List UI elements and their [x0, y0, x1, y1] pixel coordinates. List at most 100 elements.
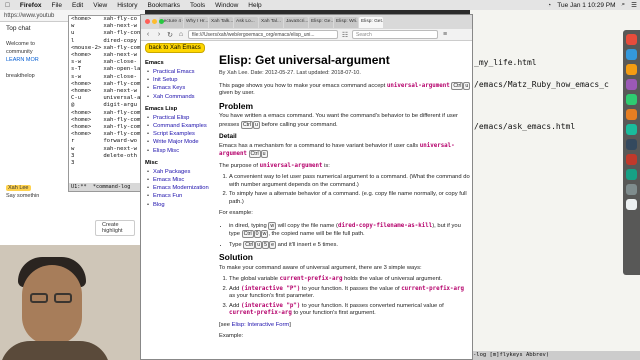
key-entry: w: [71, 23, 75, 30]
key-entry: <home>: [71, 124, 92, 131]
dock-app-icon[interactable]: [626, 154, 637, 165]
dock-app-icon[interactable]: [626, 169, 637, 180]
dock-app-icon[interactable]: [626, 49, 637, 60]
create-highlight-button[interactable]: Create highlight: [95, 220, 135, 236]
menu-icon[interactable]: ≡: [441, 31, 449, 38]
nav-link[interactable]: Practical Elisp: [145, 114, 213, 122]
menu-window[interactable]: Window: [210, 2, 243, 9]
dock-app-icon[interactable]: [626, 94, 637, 105]
url-bar[interactable]: file:///Users/xah/web/ergoemacs_org/emac…: [188, 30, 338, 39]
list-item: Add (interactive "p") to your function. …: [229, 303, 471, 318]
tab[interactable]: Elisp: Ge...: [309, 16, 333, 28]
tab-active[interactable]: Elisp: Get...: [359, 16, 383, 28]
command-entry: xah-next-w: [103, 23, 137, 30]
chat-author: Xah Lee: [6, 185, 31, 191]
dock-app-icon[interactable]: [626, 124, 637, 135]
intro: This page shows you how to make your ema…: [219, 81, 471, 96]
buffer-line[interactable]: /emacs/ask_emacs.html: [474, 122, 575, 131]
nav-link[interactable]: Emacs Modernization: [145, 184, 213, 192]
emacs-editor-window[interactable]: _my_life.html /emacs/Matz_Ruby_how_emacs…: [470, 10, 640, 360]
solution-heading: Solution: [219, 252, 253, 262]
nav-bar: ‹ › ↻ ⌂ file:///Users/xah/web/ergoemacs_…: [141, 29, 472, 41]
minimize-window-icon[interactable]: [152, 19, 157, 24]
dock-app-icon[interactable]: [626, 64, 637, 75]
nav-link[interactable]: Script Examples: [145, 130, 213, 138]
see-also: [see Elisp: Interactive Form]: [219, 321, 291, 328]
page-content: back to Xah Emacs Emacs Practical EmacsIn…: [141, 41, 472, 359]
menu-list-icon[interactable]: ☰: [628, 1, 640, 9]
tab[interactable]: Elisp: Wri...: [334, 16, 358, 28]
chat-input[interactable]: Say somethin: [0, 192, 145, 200]
close-window-icon[interactable]: [145, 19, 150, 24]
mode-line: -log [m]flykeys Abbrev): [470, 351, 640, 360]
nav-link[interactable]: Elisp Misc: [145, 147, 213, 155]
back-to-xah-emacs-button[interactable]: back to Xah Emacs: [145, 43, 205, 53]
nav-link[interactable]: Xah Commands: [145, 93, 213, 101]
tab[interactable]: Xah Tal...: [259, 16, 283, 28]
nav-link[interactable]: Emacs Fun: [145, 192, 213, 200]
byline: By Xah Lee. Date: 2012-05-27. Last updat…: [219, 70, 361, 76]
tab[interactable]: JavaScri...: [284, 16, 308, 28]
nav-link[interactable]: Emacs Keys: [145, 84, 213, 92]
nav-link[interactable]: Command Examples: [145, 122, 213, 130]
list-item: in dired, typing w will copy the file na…: [229, 221, 471, 239]
menu-history[interactable]: History: [112, 2, 142, 9]
key-entry: <home>: [71, 16, 92, 22]
article: Elisp: Get universal-argument By Xah Lee…: [219, 53, 471, 345]
search-icon[interactable]: ⌕: [619, 1, 629, 9]
interactive-form-link[interactable]: Elisp: Interactive Form: [232, 322, 290, 328]
command-entry: xah-close-: [103, 73, 137, 80]
menu-bookmarks[interactable]: Bookmarks: [142, 2, 185, 9]
problem-text: You have written a emacs command. You wa…: [219, 113, 458, 129]
example-heading: For example:: [219, 210, 253, 216]
command-entry: xah-fly-com: [103, 131, 141, 138]
reload-icon[interactable]: ↻: [166, 31, 174, 39]
apple-menu-icon[interactable]: : [0, 2, 15, 9]
nav-link[interactable]: Emacs Misc: [145, 176, 213, 184]
tab[interactable]: Ask Lo...: [234, 16, 258, 28]
purpose-list: A convenient way to let user pass numeri…: [229, 174, 471, 206]
forward-arrow-icon[interactable]: ›: [155, 31, 163, 38]
dock-app-icon[interactable]: [626, 79, 637, 90]
command-entry: xah-next-w: [103, 52, 137, 59]
key-column: <home> w u l <mouse-2> <home> s-w s-T s-w <home> <…: [69, 16, 101, 167]
command-entry: xah-fly-con: [103, 30, 141, 37]
menu-tools[interactable]: Tools: [185, 2, 210, 9]
emacs-command-log-window[interactable]: <home> w u l <mouse-2> <home> s-w s-T s-w <home> <…: [68, 15, 150, 192]
dock-app-icon[interactable]: [626, 34, 637, 45]
key-entry: u: [71, 30, 75, 37]
dock-app-icon[interactable]: [626, 199, 637, 210]
buffer-line[interactable]: /emacs/Matz_Ruby_how_emacs_c: [474, 80, 609, 89]
nav-link[interactable]: Init Setup: [145, 76, 213, 84]
menu-help[interactable]: Help: [243, 2, 266, 9]
command-entry: xah-close-: [103, 59, 137, 66]
reader-view-icon[interactable]: ☷: [341, 31, 349, 39]
dock-app-icon[interactable]: [626, 139, 637, 150]
back-arrow-icon[interactable]: ‹: [144, 31, 152, 38]
zoom-window-icon[interactable]: [159, 19, 164, 24]
home-icon[interactable]: ⌂: [177, 31, 185, 38]
buffer-line[interactable]: _my_life.html: [474, 58, 537, 67]
tab[interactable]: Xah Talk...: [209, 16, 233, 28]
nav-link[interactable]: Xah Packages: [145, 168, 213, 176]
search-input[interactable]: Search: [352, 30, 438, 39]
clock[interactable]: Tue Jan 1 10:29 PM: [554, 2, 618, 9]
mac-menubar:  Firefox File Edit View History Bookmar…: [0, 0, 640, 10]
menu-file[interactable]: File: [47, 2, 67, 9]
nav-link[interactable]: Blog: [145, 201, 213, 209]
menu-view[interactable]: View: [88, 2, 112, 9]
key-entry: <home>: [71, 88, 92, 95]
nav-section-title: Misc: [145, 159, 158, 166]
tab[interactable]: Why I Hr...: [184, 16, 208, 28]
dock-app-icon[interactable]: [626, 109, 637, 120]
menu-edit[interactable]: Edit: [67, 2, 88, 9]
command-entry: xah-next-w: [103, 88, 137, 95]
wifi-icon[interactable]: ◔: [544, 2, 554, 9]
dock-app-icon[interactable]: [626, 184, 637, 195]
key-entry: <home>: [71, 131, 92, 138]
tab-bar: Lecture 4 - Chapter 1 Why I Hr... Xah Ta…: [141, 15, 472, 29]
nav-link[interactable]: Write Major Mode: [145, 138, 213, 146]
app-menu[interactable]: Firefox: [15, 2, 47, 9]
list-item: The global variable current-prefix-arg h…: [229, 276, 471, 284]
nav-link[interactable]: Practical Emacs: [145, 68, 213, 76]
